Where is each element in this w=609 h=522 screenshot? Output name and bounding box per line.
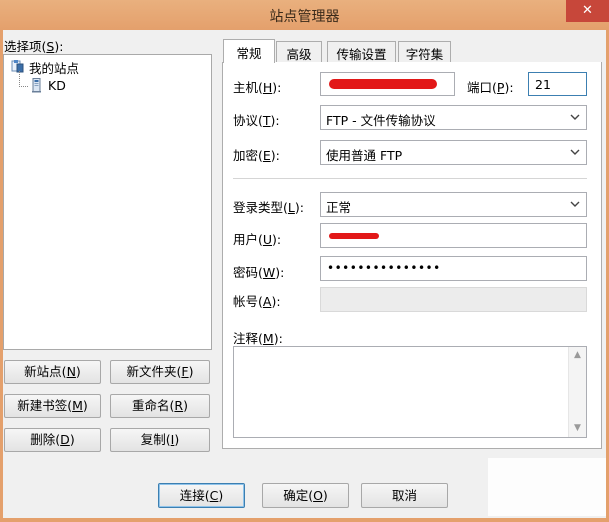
tree-connector xyxy=(19,86,28,87)
comments-label: 注释(M): xyxy=(233,331,283,346)
tab-advanced[interactable]: 高级 xyxy=(276,41,322,62)
new-bookmark-button[interactable]: 新建书签(M) xyxy=(4,394,101,418)
scroll-down-icon[interactable]: ▼ xyxy=(569,420,586,437)
port-input[interactable]: 21 xyxy=(528,72,587,96)
tab-charset[interactable]: 字符集 xyxy=(398,41,451,62)
chevron-down-icon xyxy=(570,146,580,156)
window-frame-bottom xyxy=(0,518,609,522)
rename-button[interactable]: 重命名(R) xyxy=(110,394,210,418)
tab-transfer-settings[interactable]: 传输设置 xyxy=(327,41,396,62)
account-input[interactable] xyxy=(320,287,587,312)
select-entry-label: 选择项(S): xyxy=(4,39,64,54)
new-folder-button[interactable]: 新文件夹(F) xyxy=(110,360,210,384)
new-site-button[interactable]: 新站点(N) xyxy=(4,360,101,384)
tree-item-label: KD xyxy=(48,78,66,93)
tree-item-label: 我的站点 xyxy=(29,61,80,76)
protocol-select[interactable]: FTP - 文件传输协议 xyxy=(320,105,587,130)
close-button[interactable]: ✕ xyxy=(566,0,609,22)
title-bar: 站点管理器 ✕ xyxy=(0,0,609,30)
folder-site-icon xyxy=(11,59,25,73)
separator xyxy=(233,178,587,179)
logon-type-select[interactable]: 正常 xyxy=(320,192,587,217)
host-label: 主机(H): xyxy=(233,80,282,95)
site-tree[interactable]: 我的站点 KD xyxy=(3,54,212,350)
ok-button[interactable]: 确定(O) xyxy=(262,483,349,508)
redaction-mark xyxy=(329,233,379,239)
host-input[interactable] xyxy=(320,72,455,96)
chevron-down-icon xyxy=(570,198,580,208)
vertical-scrollbar[interactable]: ▲ ▼ xyxy=(568,347,586,437)
comments-textarea[interactable]: ▲ ▼ xyxy=(233,346,587,438)
redaction-mark xyxy=(329,79,437,89)
protocol-label: 协议(T): xyxy=(233,113,280,128)
account-label: 帐号(A): xyxy=(233,294,281,309)
cancel-button[interactable]: 取消 xyxy=(361,483,448,508)
scroll-up-icon[interactable]: ▲ xyxy=(569,347,586,364)
logon-type-label: 登录类型(L): xyxy=(233,200,304,215)
delete-button[interactable]: 删除(D) xyxy=(4,428,101,452)
user-input[interactable] xyxy=(320,223,587,248)
tree-item-root[interactable]: 我的站点 xyxy=(11,58,211,76)
tab-general[interactable]: 常规 xyxy=(223,39,275,63)
user-label: 用户(U): xyxy=(233,232,282,247)
window-title: 站点管理器 xyxy=(269,9,340,25)
connect-button[interactable]: 连接(C) xyxy=(158,483,245,508)
encryption-label: 加密(E): xyxy=(233,148,280,163)
tree-item-site[interactable]: KD xyxy=(31,78,211,94)
server-icon xyxy=(31,78,43,93)
encryption-select[interactable]: 使用普通 FTP xyxy=(320,140,587,165)
copy-button[interactable]: 复制(I) xyxy=(110,428,210,452)
password-input[interactable]: ••••••••••••••• xyxy=(320,256,587,281)
watermark-overlay xyxy=(488,458,606,516)
tree-connector xyxy=(19,71,20,87)
password-label: 密码(W): xyxy=(233,265,285,280)
chevron-down-icon xyxy=(570,111,580,121)
port-label: 端口(P): xyxy=(467,80,514,95)
